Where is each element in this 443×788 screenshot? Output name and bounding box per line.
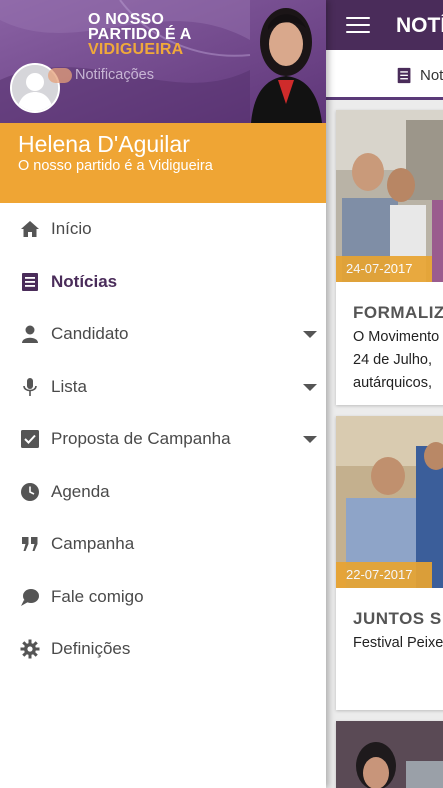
menu-item-proposta[interactable]: Proposta de Campanha <box>0 413 326 466</box>
person-icon <box>22 325 38 343</box>
hamburger-menu-icon[interactable] <box>346 17 370 33</box>
menu-item-label: Definições <box>51 639 131 658</box>
chevron-down-icon[interactable] <box>303 383 317 391</box>
microphone-icon <box>23 377 37 396</box>
brand-logo-text: O NOSSO PARTIDO É A VIDIGUEIRA <box>88 11 192 58</box>
navigation-drawer: O NOSSO PARTIDO É A VIDIGUEIRA Notificaç… <box>0 0 326 788</box>
user-subtitle: O nosso partido é a Vidigueira <box>18 158 213 174</box>
menu-item-label: Campanha <box>51 534 135 553</box>
menu-item-label: Proposta de Campanha <box>51 429 231 448</box>
menu-item-noticias[interactable]: Notícias <box>0 256 326 309</box>
card-title: JUNTOS S <box>353 609 442 628</box>
brand-line: O NOSSO <box>88 11 165 28</box>
card-excerpt-line: 24 de Julho, <box>353 352 433 368</box>
card-excerpt-line: autárquicos, <box>353 375 432 391</box>
notifications-link[interactable]: Notificações <box>75 67 154 83</box>
menu-item-definicoes[interactable]: Definições <box>0 623 326 676</box>
drawer-menu: Início Notícias Candidato Lista Proposta… <box>0 203 326 676</box>
gear-icon <box>20 639 40 659</box>
date-badge: 24-07-2017 <box>336 256 432 282</box>
news-photo <box>336 721 443 788</box>
news-card[interactable]: 24-07-2017 FORMALIZ O Movimento 24 de Ju… <box>336 110 443 405</box>
menu-item-fale-comigo[interactable]: Fale comigo <box>0 571 326 624</box>
chevron-down-icon[interactable] <box>303 436 317 443</box>
card-title: FORMALIZ <box>353 303 443 322</box>
menu-item-campanha[interactable]: Campanha <box>0 518 326 571</box>
menu-item-label: Fale comigo <box>51 586 144 606</box>
clock-icon <box>21 482 39 501</box>
brand-line: VIDIGUEIRA <box>88 41 184 58</box>
news-card[interactable]: 22-07-2017 JUNTOS S Festival Peixe <box>336 416 443 710</box>
menu-item-label: Notícias <box>51 271 118 291</box>
user-name: Helena D'Aguilar <box>18 131 190 157</box>
drawer-header: O NOSSO PARTIDO É A VIDIGUEIRA Notificaç… <box>0 0 326 123</box>
quote-icon <box>22 537 38 551</box>
menu-item-agenda[interactable]: Agenda <box>0 466 326 519</box>
chevron-down-icon[interactable] <box>303 331 317 338</box>
menu-item-inicio[interactable]: Início <box>0 203 326 256</box>
menu-item-label: Candidato <box>51 324 129 343</box>
notification-badge <box>48 68 72 83</box>
news-icon <box>22 272 38 291</box>
card-excerpt-line: O Movimento <box>353 329 440 345</box>
checkbox-icon <box>21 430 39 448</box>
menu-item-label: Lista <box>51 376 87 396</box>
user-info-band: Helena D'Aguilar O nosso partido é a Vid… <box>0 123 326 203</box>
news-card[interactable] <box>336 721 443 788</box>
tab-news[interactable]: Not <box>420 67 443 84</box>
page-title: NOTÍ <box>396 14 443 37</box>
candidate-portrait <box>251 8 322 123</box>
menu-item-label: Agenda <box>51 481 110 501</box>
main-content: NOTÍ Not 24-07-2017 FORMALIZ O Movimento… <box>326 0 443 788</box>
home-icon <box>21 221 39 237</box>
chat-bubble-icon <box>21 588 39 606</box>
brand-line: PARTIDO É A <box>88 26 192 43</box>
date-badge: 22-07-2017 <box>336 562 432 588</box>
news-icon <box>397 67 411 84</box>
card-excerpt-line: Festival Peixe <box>353 635 443 651</box>
tab-bar: Not <box>326 50 443 100</box>
app-bar: NOTÍ <box>326 0 443 50</box>
menu-item-label: Início <box>51 219 92 238</box>
menu-item-candidato[interactable]: Candidato <box>0 308 326 361</box>
menu-item-lista[interactable]: Lista <box>0 361 326 414</box>
